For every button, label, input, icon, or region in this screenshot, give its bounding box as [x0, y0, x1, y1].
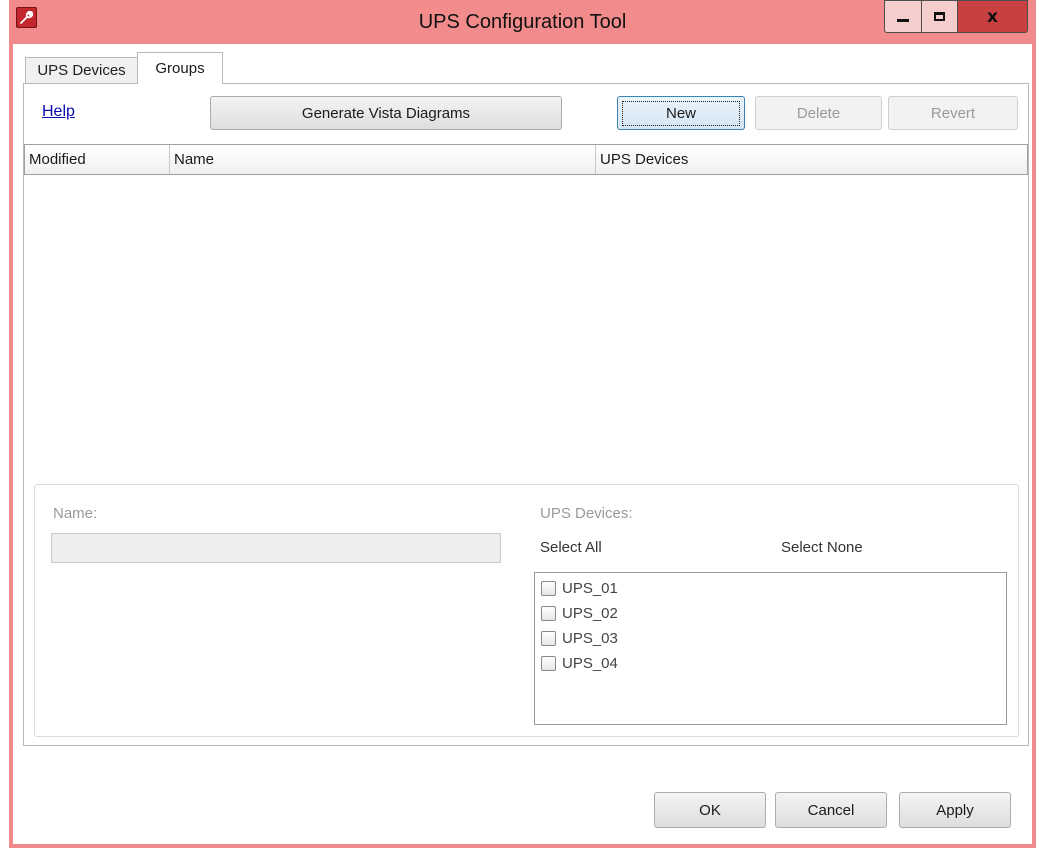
delete-label: Delete: [796, 104, 841, 122]
name-label: Name:: [53, 505, 98, 522]
ups-device-checklist[interactable]: UPS_01 UPS_02 UPS_03 UPS_04: [534, 572, 1007, 725]
new-button[interactable]: New: [617, 96, 745, 130]
device-label: UPS_03: [562, 629, 618, 647]
revert-button[interactable]: Revert: [888, 96, 1018, 130]
app-window: UPS Configuration Tool x UPS Devices Gro…: [9, 0, 1036, 848]
select-all-link[interactable]: Select All: [540, 539, 602, 556]
column-header-modified[interactable]: Modified: [25, 145, 170, 174]
checkbox[interactable]: [541, 605, 556, 621]
checkbox[interactable]: [541, 655, 556, 671]
column-header-ups-devices[interactable]: UPS Devices: [596, 145, 1027, 174]
tab-groups[interactable]: Groups: [137, 52, 223, 84]
help-link[interactable]: Help: [42, 103, 75, 121]
ok-label: OK: [699, 801, 721, 819]
name-field[interactable]: [51, 533, 501, 563]
ups-devices-label: UPS Devices:: [540, 505, 633, 522]
ok-button[interactable]: OK: [654, 792, 766, 828]
window-client-area: UPS Devices Groups Help Generate Vista D…: [13, 44, 1032, 844]
cancel-label: Cancel: [807, 801, 855, 819]
select-none-link[interactable]: Select None: [781, 539, 863, 556]
list-item[interactable]: UPS_04: [541, 652, 618, 674]
groups-tab-panel: Help Generate Vista Diagrams New Delete …: [23, 83, 1029, 746]
generate-vista-diagrams-label: Generate Vista Diagrams: [301, 104, 471, 122]
list-item[interactable]: UPS_01: [541, 577, 618, 599]
device-label: UPS_02: [562, 604, 618, 622]
delete-button[interactable]: Delete: [755, 96, 882, 130]
cancel-button[interactable]: Cancel: [775, 792, 887, 828]
generate-vista-diagrams-button[interactable]: Generate Vista Diagrams: [210, 96, 562, 130]
apply-button[interactable]: Apply: [899, 792, 1011, 828]
device-label: UPS_04: [562, 654, 618, 672]
list-item[interactable]: UPS_03: [541, 627, 618, 649]
groups-list-view[interactable]: Modified Name UPS Devices: [24, 144, 1028, 526]
column-header-name[interactable]: Name: [170, 145, 596, 174]
new-label: New: [621, 100, 740, 126]
window-title: UPS Configuration Tool: [418, 11, 627, 33]
checkbox[interactable]: [541, 630, 556, 646]
group-details-panel: Name: UPS Devices: Select All Select Non…: [34, 484, 1019, 737]
list-item[interactable]: UPS_02: [541, 602, 618, 624]
minimize-icon: [897, 19, 909, 22]
revert-label: Revert: [930, 104, 976, 122]
list-header: Modified Name UPS Devices: [24, 144, 1028, 175]
apply-label: Apply: [936, 801, 974, 819]
maximize-button[interactable]: [921, 0, 958, 33]
close-icon: x: [987, 6, 998, 27]
checkbox[interactable]: [541, 580, 556, 596]
close-button[interactable]: x: [957, 0, 1028, 33]
minimize-button[interactable]: [884, 0, 922, 33]
tab-ups-devices[interactable]: UPS Devices: [25, 57, 138, 83]
device-label: UPS_01: [562, 579, 618, 597]
title-bar[interactable]: UPS Configuration Tool x: [9, 0, 1036, 44]
maximize-icon: [934, 12, 945, 21]
